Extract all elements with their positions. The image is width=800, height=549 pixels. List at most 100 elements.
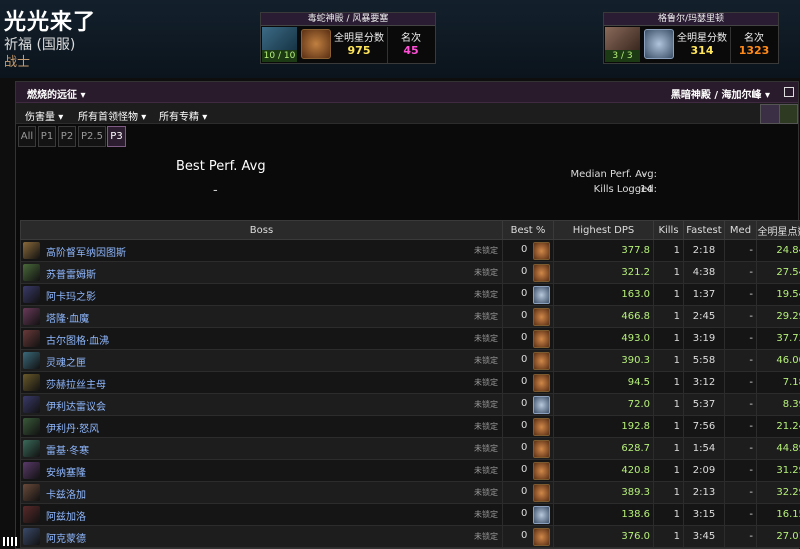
fastest: 2:13: [684, 482, 725, 504]
boss-name[interactable]: 伊利达雷议会: [46, 398, 106, 413]
key-icon[interactable]: [779, 104, 798, 124]
highest-dps: 420.8: [554, 460, 654, 482]
med: -: [725, 372, 757, 394]
lock-status: 未锁定: [474, 245, 498, 256]
table-row[interactable]: 高阶督军纳因图斯未锁定0377.812:18-24.84: [21, 240, 800, 262]
best-pct: 0: [521, 244, 527, 255]
best-pct: 0: [521, 398, 527, 409]
boss-name[interactable]: 雷基·冬寒: [46, 442, 89, 457]
table-row[interactable]: 卡兹洛加未锁定0389.312:13-32.29: [21, 482, 800, 504]
fastest: 3:15: [684, 504, 725, 526]
table-row[interactable]: 伊利丹·怒风未锁定0192.817:56-21.24: [21, 416, 800, 438]
med: -: [725, 504, 757, 526]
med: -: [725, 394, 757, 416]
kill-count: 3 / 3: [605, 50, 640, 62]
boss-cell: 高阶督军纳因图斯 未锁定: [21, 240, 503, 262]
best-pct-cell: 0: [503, 482, 554, 504]
lock-status: 未锁定: [474, 333, 498, 344]
boss-filter-label: 所有首领怪物: [78, 112, 138, 123]
tab-p2-5[interactable]: P2.5: [78, 126, 106, 147]
chevron-down-icon: ▾: [765, 90, 770, 101]
tab-all[interactable]: All: [18, 126, 36, 147]
group-icon[interactable]: [760, 104, 780, 124]
spec-filter[interactable]: 所有专精 ▾: [159, 108, 207, 123]
boss-name[interactable]: 阿兹加洛: [46, 508, 86, 523]
score-value: 975: [331, 44, 387, 57]
rank-box-gruul-magtheridon[interactable]: 格鲁尔/玛瑟里顿 3 / 3 全明星分数 314 名次 1323: [603, 12, 779, 64]
highest-dps: 192.8: [554, 416, 654, 438]
table-row[interactable]: 伊利达雷议会未锁定072.015:37-8.39: [21, 394, 800, 416]
col-allstar-points[interactable]: 全明星点数: [757, 221, 800, 240]
boss-cell: 雷基·冬寒未锁定: [21, 438, 503, 460]
lock-status: 未锁定: [474, 399, 498, 410]
boss-cell: 古尔图格·血沸 未锁定: [21, 328, 503, 350]
med: -: [725, 460, 757, 482]
col-kills[interactable]: Kills: [654, 221, 684, 240]
table-row[interactable]: 莎赫拉丝主母未锁定094.513:12-7.18: [21, 372, 800, 394]
rank-box-title: 格鲁尔/玛瑟里顿: [604, 13, 778, 26]
col-best-pct[interactable]: Best %: [503, 221, 554, 240]
boss-name[interactable]: 卡兹洛加: [46, 486, 86, 501]
allstar-points: 21.24: [757, 416, 800, 438]
table-row[interactable]: 阿卡玛之影未锁定0163.011:37-19.54: [21, 284, 800, 306]
boss-name[interactable]: 高阶督军纳因图斯: [46, 244, 126, 259]
boss-name[interactable]: 灵魂之匣: [46, 354, 86, 369]
rank-box-black-temple[interactable]: 毒蛇神殿 / 风暴要塞 10 / 10 全明星分数 975 名次 45: [260, 12, 436, 64]
best-pct: 0: [521, 508, 527, 519]
boss-icon: [23, 462, 40, 479]
table-row[interactable]: 阿兹加洛未锁定0138.613:15-16.15: [21, 504, 800, 526]
boss-name[interactable]: 伊利丹·怒风: [46, 420, 99, 435]
spec-icon: [533, 440, 550, 458]
tab-p1[interactable]: P1: [38, 126, 56, 147]
table-row[interactable]: 苏普雷姆斯未锁定0321.214:38-27.54: [21, 262, 800, 284]
table-row[interactable]: 古尔图格·血沸未锁定0493.013:19-37.73: [21, 328, 800, 350]
boss-cell: 塔隆·血魔未锁定: [21, 306, 503, 328]
boss-name[interactable]: 安纳塞隆: [46, 464, 86, 479]
table-row[interactable]: 塔隆·血魔未锁定0466.812:45-29.29: [21, 306, 800, 328]
med: -: [725, 328, 757, 350]
expansion-selector[interactable]: 燃烧的远征 ▾: [27, 86, 86, 101]
tab-p2[interactable]: P2: [58, 126, 76, 147]
metric-filter[interactable]: 伤害量 ▾: [25, 108, 63, 123]
chevron-down-icon: ▾: [202, 112, 207, 123]
table-row[interactable]: 灵魂之匣未锁定0390.315:58-46.00: [21, 350, 800, 372]
lock-status: 未锁定: [474, 487, 498, 498]
kills: 1: [654, 262, 684, 284]
boss-filter[interactable]: 所有首领怪物 ▾: [78, 108, 146, 123]
fastest: 1:37: [684, 284, 725, 306]
zone-selector[interactable]: 黑暗神殿 / 海加尔峰 ▾: [671, 86, 770, 101]
table-row[interactable]: 阿克蒙德未锁定0376.013:45-27.01: [21, 526, 800, 548]
boss-name[interactable]: 阿克蒙德: [46, 530, 86, 545]
col-highest-dps[interactable]: Highest DPS: [554, 221, 654, 240]
highest-dps: 493.0: [554, 328, 654, 350]
allstar-points: 24.84: [757, 240, 800, 262]
fastest: 2:45: [684, 306, 725, 328]
best-pct: 0: [521, 332, 527, 343]
allstar-points: 27.54: [757, 262, 800, 284]
highest-dps: 138.6: [554, 504, 654, 526]
kills: 1: [654, 460, 684, 482]
table-row[interactable]: 安纳塞隆未锁定0420.812:09-31.29: [21, 460, 800, 482]
kills: 1: [654, 394, 684, 416]
table-row[interactable]: 雷基·冬寒未锁定0628.711:54-44.89: [21, 438, 800, 460]
col-med[interactable]: Med: [725, 221, 757, 240]
col-fastest[interactable]: Fastest: [684, 221, 725, 240]
zone-bar: 燃烧的远征 ▾ 黑暗神殿 / 海加尔峰 ▾: [16, 82, 798, 103]
kills: 1: [654, 284, 684, 306]
boss-icon: [23, 242, 40, 259]
best-pct-cell: 0: [503, 240, 554, 262]
boss-name[interactable]: 塔隆·血魔: [46, 310, 89, 325]
boss-name[interactable]: 阿卡玛之影: [46, 288, 96, 303]
col-boss[interactable]: Boss: [21, 221, 503, 240]
boss-name[interactable]: 莎赫拉丝主母: [46, 376, 106, 391]
boss-name[interactable]: 古尔图格·血沸: [46, 332, 109, 347]
boss-icon: [23, 418, 40, 435]
qr-icon[interactable]: [3, 537, 17, 546]
tab-p3[interactable]: P3: [107, 126, 126, 147]
boss-name[interactable]: 苏普雷姆斯: [46, 266, 96, 281]
fastest: 5:37: [684, 394, 725, 416]
expand-icon[interactable]: [784, 87, 794, 97]
med: -: [725, 416, 757, 438]
boss-cell: 莎赫拉丝主母未锁定: [21, 372, 503, 394]
fastest: 4:38: [684, 262, 725, 284]
